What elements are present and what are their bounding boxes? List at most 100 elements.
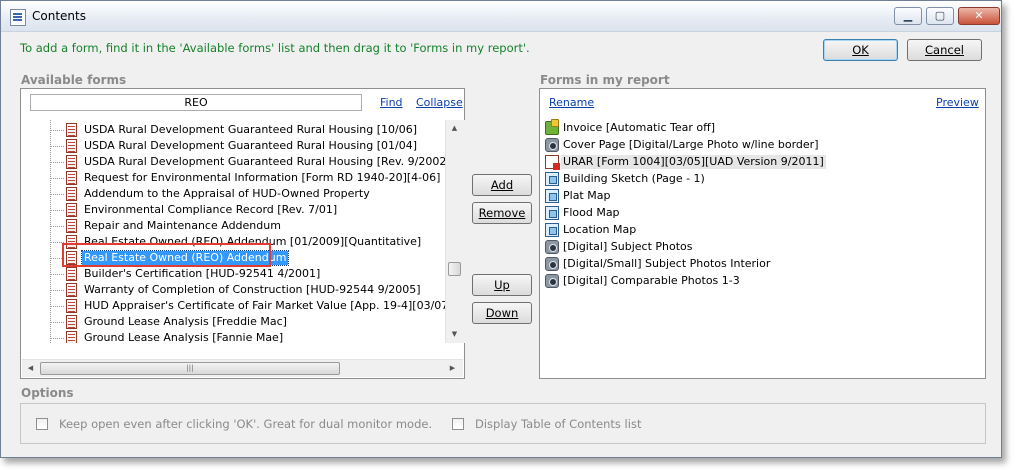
scroll-up-arrow[interactable]: ▲ [446,120,463,137]
form-document-icon [66,299,77,313]
search-input[interactable]: REO [30,94,362,111]
tree-connector [50,290,64,291]
form-icon [545,155,560,170]
tree-connector-line [50,120,51,343]
form-tree-item-label: Ground Lease Analysis [Fannie Mae] [84,331,284,343]
tree-connector [50,306,64,307]
tree-connector [50,274,64,275]
camera-icon [545,240,559,254]
report-forms-list[interactable]: Invoice [Automatic Tear off] Cover Page [… [541,119,981,360]
contents-dialog: Contents ▁ ▢ ✕ To add a form, find it in… [0,0,1002,458]
tree-connector [50,194,64,195]
report-form-item-label: Location Map [563,223,637,236]
report-form-item-label: Invoice [Automatic Tear off] [563,121,716,134]
form-tree-item-label: USDA Rural Development Guaranteed Rural … [84,139,418,152]
tree-connector [50,146,64,147]
title-bar[interactable]: Contents ▁ ▢ ✕ [1,1,1001,32]
remove-button[interactable]: Remove [472,202,532,224]
tree-connector [50,226,64,227]
add-button[interactable]: Add [472,174,532,196]
rename-link[interactable]: Rename [549,96,594,109]
forms-in-report-panel: Rename Preview Invoice [Automatic Tear o… [539,88,986,379]
tree-connector [50,162,64,163]
instruction-text: To add a form, find it in the 'Available… [20,41,530,55]
cancel-button[interactable]: Cancel [907,39,982,61]
options-label: Options [21,386,74,400]
invoice-icon [545,119,559,135]
tree-connector [50,322,64,323]
form-document-icon [66,283,77,297]
available-forms-panel: REO Find Collapse USDA Rural Development… [20,88,465,379]
form-document-icon [66,123,77,137]
add-label: Add [490,178,514,192]
scroll-thumb[interactable] [448,262,461,276]
annotation-highlight-box [62,243,271,267]
ok-label: OK [852,43,869,57]
camera-icon [545,257,559,271]
report-form-item-label: URAR [Form 1004][03/05][UAD Version 9/20… [561,155,826,169]
report-form-item-label: [Digital/Small] Subject Photos Interior [563,257,771,270]
scroll-down-arrow[interactable]: ▼ [446,326,463,343]
form-tree-item-label: HUD Appraiser's Certificate of Fair Mark… [84,299,445,312]
remove-label: Remove [478,206,526,220]
minimize-button[interactable]: ▁ [894,7,922,25]
form-tree-item-label: Warranty of Completion of Construction [… [84,283,421,296]
display-toc-checkbox[interactable] [452,418,464,430]
report-form-item-label: Flood Map [563,206,620,219]
camera-icon [545,138,559,152]
form-tree-item-label: Request for Environmental Information [F… [84,171,441,184]
ok-button[interactable]: OK [823,39,898,61]
scroll-left-arrow[interactable]: ◀ [22,360,39,377]
tree-connector [50,338,64,339]
close-button[interactable]: ✕ [958,7,1000,25]
tree-connector [50,178,64,179]
up-button[interactable]: Up [472,274,532,296]
app-icon [10,9,26,26]
form-document-icon [66,171,77,185]
report-form-item-label: Building Sketch (Page - 1) [563,172,705,185]
form-tree-item-label: USDA Rural Development Guaranteed Rural … [84,123,418,136]
available-horizontal-scrollbar[interactable]: ◀ ||| ▶ [22,359,463,377]
form-document-icon [66,315,77,329]
forms-in-report-label: Forms in my report [540,73,670,87]
available-vertical-scrollbar[interactable]: ▲ ▼ [445,120,465,343]
form-tree-item-label: Addendum to the Appraisal of HUD-Owned P… [84,187,370,200]
up-label: Up [494,278,510,292]
sketch-icon [545,206,559,220]
report-form-item-label: Cover Page [Digital/Large Photo w/line b… [563,138,819,151]
scroll-right-arrow[interactable]: ▶ [444,360,461,377]
horizontal-scroll-thumb[interactable]: ||| [40,362,340,375]
preview-link[interactable]: Preview [936,96,979,109]
form-tree-item-label: Builder's Certification [HUD-92541 4/200… [84,267,321,280]
display-toc-label[interactable]: Display Table of Contents list [475,417,641,431]
form-tree-item-label: USDA Rural Development Guaranteed Rural … [84,155,445,168]
form-document-icon [66,139,77,153]
form-document-icon [66,203,77,217]
camera-icon [545,274,559,288]
report-form-item-label: [Digital] Comparable Photos 1-3 [563,274,740,287]
tree-connector [50,210,64,211]
keep-open-checkbox[interactable] [36,418,48,430]
sketch-icon [545,172,559,186]
options-group: Keep open even after clicking 'OK'. Grea… [20,403,986,444]
tree-connector [50,130,64,131]
down-label: Down [485,306,519,320]
form-document-icon [66,155,77,169]
window-title: Contents [32,9,86,23]
cancel-label: Cancel [925,43,964,57]
form-tree-item-label: Repair and Maintenance Addendum [84,219,281,232]
form-tree-item-label: Ground Lease Analysis [Freddie Mac] [84,315,287,328]
form-document-icon [66,331,77,343]
form-document-icon [66,219,77,233]
down-button[interactable]: Down [472,302,532,324]
find-link[interactable]: Find [380,96,403,109]
collapse-link[interactable]: Collapse [416,96,463,109]
form-document-icon [66,187,77,201]
report-form-item-label: [Digital] Subject Photos [563,240,693,253]
keep-open-label[interactable]: Keep open even after clicking 'OK'. Grea… [59,417,432,431]
available-forms-label: Available forms [21,73,127,87]
sketch-icon [545,189,559,203]
form-document-icon [66,267,77,281]
maximize-button[interactable]: ▢ [926,7,954,25]
available-forms-tree[interactable]: USDA Rural Development Guaranteed Rural … [22,120,445,343]
